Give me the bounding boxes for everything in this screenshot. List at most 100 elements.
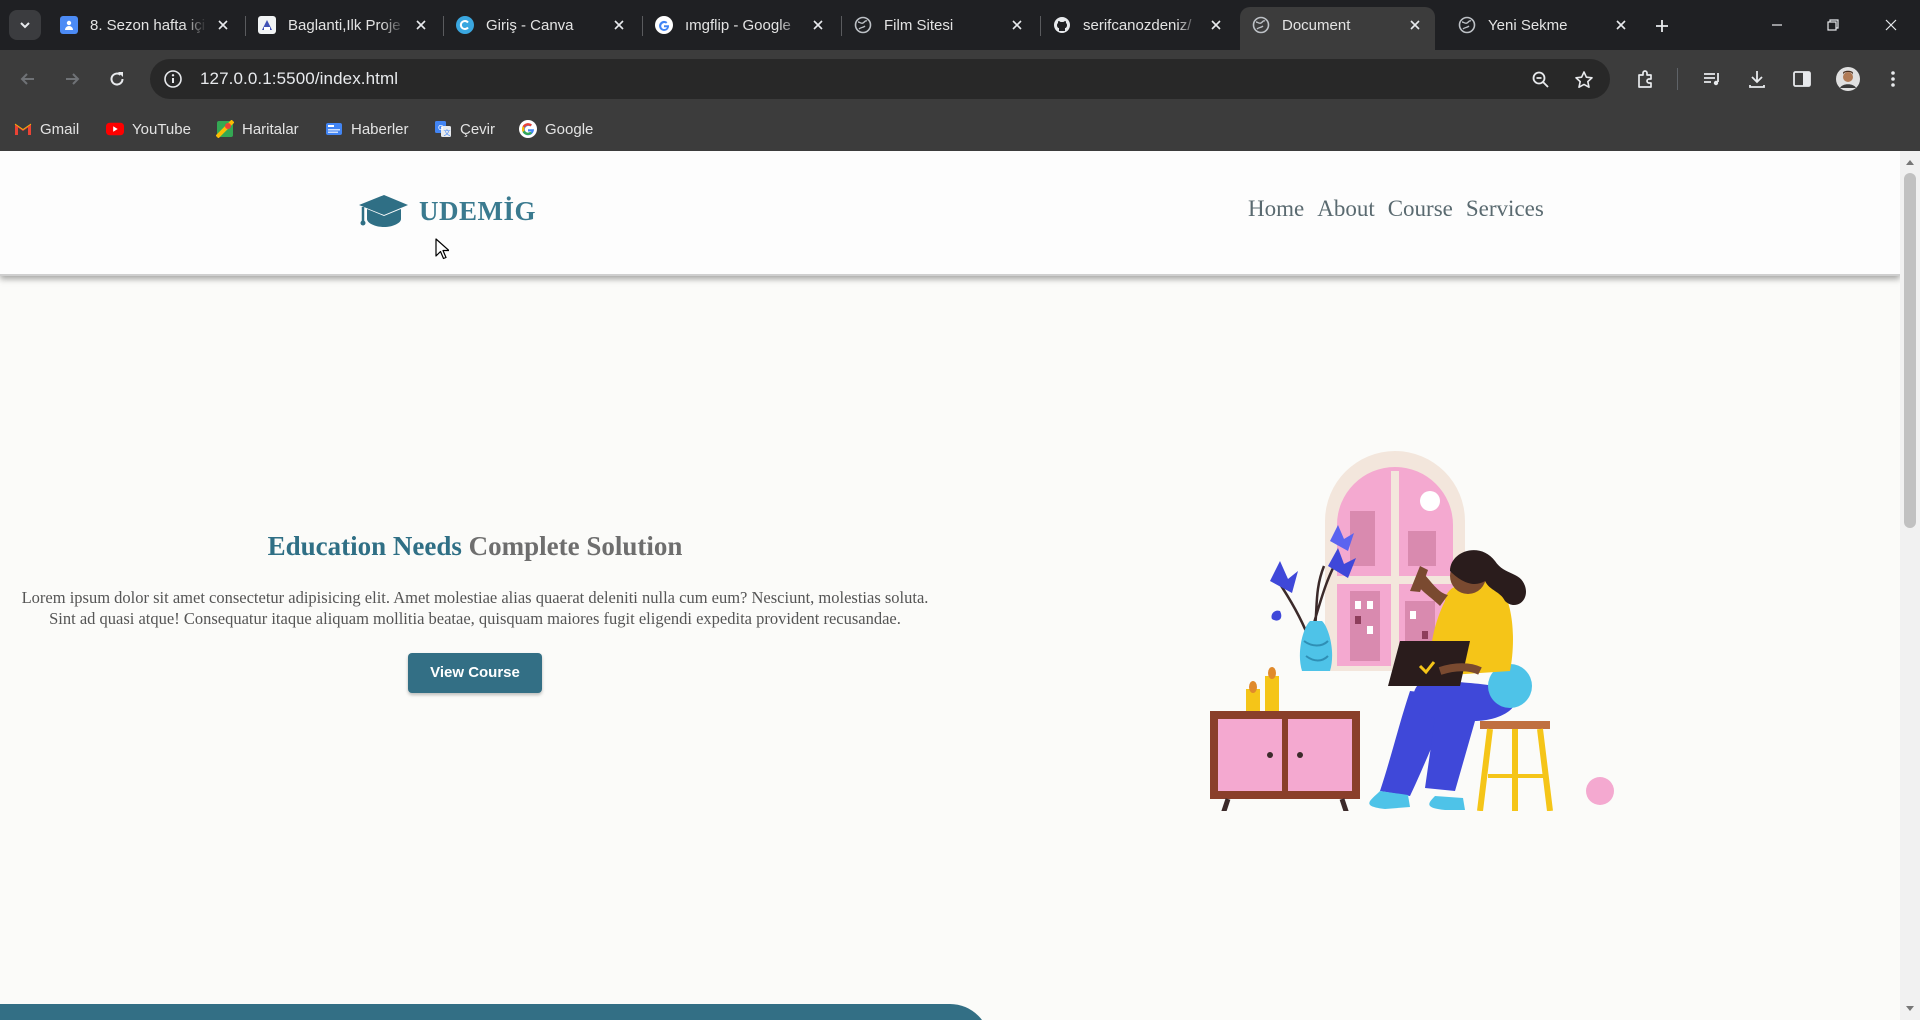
youtube-icon xyxy=(106,120,124,138)
tab-6-active[interactable]: Document xyxy=(1240,7,1435,50)
puzzle-icon xyxy=(1638,70,1652,88)
close-icon[interactable] xyxy=(411,15,431,35)
hero-content: Education Needs Complete Solution Lorem … xyxy=(10,531,940,693)
media-control-button[interactable] xyxy=(1696,63,1728,95)
bookmark-label: Haritalar xyxy=(242,120,299,138)
tab-2[interactable]: Giriş - Canva xyxy=(444,8,639,42)
globe-icon xyxy=(854,16,872,34)
close-icon[interactable] xyxy=(808,15,828,35)
google-icon xyxy=(519,120,537,138)
tab-title: serifcanozdeniz/ xyxy=(1083,16,1192,34)
new-tab-button[interactable] xyxy=(1649,13,1675,39)
close-icon[interactable] xyxy=(1206,15,1226,35)
github-icon xyxy=(1053,16,1071,34)
view-course-button[interactable]: View Course xyxy=(408,653,542,693)
forward-button[interactable] xyxy=(57,64,87,94)
hero-title-rest: Complete Solution xyxy=(468,531,683,561)
reload-button[interactable] xyxy=(102,64,132,94)
translate-icon: G文 xyxy=(434,120,452,138)
plus-icon xyxy=(1656,20,1668,32)
page-viewport: UDEMİG Home About Course Services Educat… xyxy=(0,151,1900,1020)
bookmarks-bar: Gmail YouTube Haritalar Haberler G文 Çevi… xyxy=(0,108,1920,151)
tab-title: Yeni Sekme xyxy=(1488,16,1568,34)
bookmark-label: Google xyxy=(545,120,594,138)
nav-course[interactable]: Course xyxy=(1388,196,1453,222)
info-icon[interactable] xyxy=(162,68,184,90)
tab-title: Film Sitesi xyxy=(884,16,954,34)
nav-about[interactable]: About xyxy=(1317,196,1375,222)
url-text[interactable]: 127.0.0.1:5500/index.html xyxy=(200,69,398,89)
address-bar[interactable]: 127.0.0.1:5500/index.html xyxy=(150,59,1610,99)
close-icon[interactable] xyxy=(213,15,233,35)
globe-icon xyxy=(1252,16,1270,34)
bookmark-google[interactable]: Google xyxy=(519,116,593,142)
nav-services[interactable]: Services xyxy=(1466,196,1544,222)
svg-text:文: 文 xyxy=(444,128,451,137)
download-icon xyxy=(1749,71,1765,88)
globe-icon xyxy=(1458,16,1476,34)
close-window-button[interactable] xyxy=(1871,10,1911,40)
close-icon[interactable] xyxy=(1007,15,1027,35)
tab-5[interactable]: serifcanozdeniz/ xyxy=(1041,8,1236,42)
graduation-cap-icon xyxy=(359,195,408,227)
gmail-icon xyxy=(14,120,32,138)
bookmark-label: Gmail xyxy=(40,120,80,138)
scroll-up-arrow-icon[interactable] xyxy=(1905,157,1915,167)
news-icon xyxy=(325,120,343,138)
footer-wave xyxy=(0,1004,990,1020)
restore-button[interactable] xyxy=(1813,10,1853,40)
kebab-menu-icon xyxy=(1891,71,1895,87)
nav-home[interactable]: Home xyxy=(1248,196,1304,222)
close-icon xyxy=(1885,19,1897,31)
browser-toolbar: 127.0.0.1:5500/index.html xyxy=(0,50,1920,108)
downloads-button[interactable] xyxy=(1741,63,1773,95)
page-scrollbar[interactable] xyxy=(1900,151,1920,1020)
tab-title: Baglanti,Ilk Proje xyxy=(288,16,401,34)
document-icon xyxy=(258,16,276,34)
zoom-icon[interactable] xyxy=(1530,69,1552,91)
chevron-down-icon xyxy=(20,22,30,29)
close-icon[interactable] xyxy=(1405,15,1425,35)
bookmark-youtube[interactable]: YouTube xyxy=(106,116,191,142)
bookmark-news[interactable]: Haberler xyxy=(325,116,409,142)
tab-4[interactable]: Film Sitesi xyxy=(842,8,1037,42)
tab-7[interactable]: Yeni Sekme xyxy=(1446,8,1641,42)
site-logo[interactable]: UDEMİG xyxy=(357,191,536,231)
canva-icon xyxy=(456,16,474,34)
minimize-button[interactable] xyxy=(1757,10,1797,40)
bookmark-maps[interactable]: Haritalar xyxy=(216,116,299,142)
arrow-left-icon xyxy=(20,73,34,85)
tab-title: Document xyxy=(1282,16,1351,34)
tab-title: 8. Sezon hafta içi xyxy=(90,16,206,34)
bookmark-translate[interactable]: G文 Çevir xyxy=(434,116,495,142)
site-header: UDEMİG Home About Course Services xyxy=(0,151,1900,276)
bookmark-gmail[interactable]: Gmail xyxy=(14,116,79,142)
main-nav: Home About Course Services xyxy=(1248,196,1544,222)
menu-button[interactable] xyxy=(1877,63,1909,95)
tab-search-button[interactable] xyxy=(9,10,41,40)
scrollbar-thumb[interactable] xyxy=(1904,173,1916,528)
bookmark-star-icon[interactable] xyxy=(1573,69,1595,91)
close-icon[interactable] xyxy=(1611,15,1631,35)
profile-avatar[interactable] xyxy=(1832,63,1864,95)
bookmark-label: Çevir xyxy=(460,120,496,138)
tab-0[interactable]: 8. Sezon hafta içi xyxy=(48,8,243,42)
minimize-icon xyxy=(1772,24,1782,26)
hero-title: Education Needs Complete Solution xyxy=(10,531,940,562)
tab-3[interactable]: ımgflip - Google xyxy=(643,8,838,42)
reload-icon xyxy=(110,72,124,86)
tab-1[interactable]: Baglanti,Ilk Proje xyxy=(246,8,441,42)
tab-title: ımgflip - Google xyxy=(685,16,791,34)
scroll-down-arrow-icon[interactable] xyxy=(1905,1004,1915,1014)
tab-strip: 8. Sezon hafta içi Baglanti,Ilk Proje Gi… xyxy=(0,0,1920,50)
arrow-right-icon xyxy=(66,73,80,85)
playlist-icon xyxy=(1704,73,1719,86)
back-button[interactable] xyxy=(13,64,43,94)
toolbar-separator xyxy=(1677,68,1678,90)
side-panel-button[interactable] xyxy=(1786,63,1818,95)
bookmark-label: Haberler xyxy=(351,120,409,138)
mouse-cursor-icon xyxy=(435,238,449,260)
extensions-button[interactable] xyxy=(1630,63,1662,95)
close-icon[interactable] xyxy=(609,15,629,35)
bookmark-label: YouTube xyxy=(132,120,191,138)
